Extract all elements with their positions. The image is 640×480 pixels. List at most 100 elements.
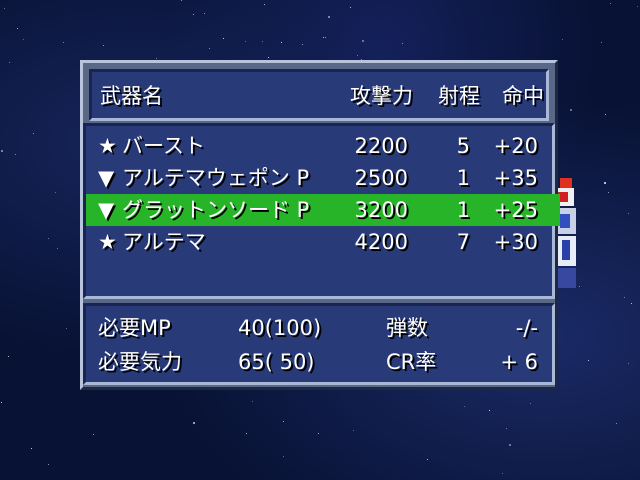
star: [506, 428, 507, 429]
weapon-row-2[interactable]: ▼ アルテマウェポン P 2500 1 +35: [86, 162, 560, 194]
star: [156, 58, 157, 59]
weapon-range: 7: [456, 230, 470, 254]
star: [246, 433, 247, 434]
weapon-attack: 3200: [354, 198, 408, 222]
star: [63, 42, 64, 43]
weapon-marker-star-icon: ★: [98, 134, 117, 158]
star: [427, 459, 428, 460]
header-attack: 攻撃力: [350, 84, 413, 108]
star: [223, 38, 224, 39]
weapon-window: 武器名 攻撃力 射程 命中 ★ バースト 2200 5 +20 ▼ アルテマウェ…: [80, 60, 560, 390]
star: [4, 8, 5, 9]
star: [502, 473, 503, 474]
star: [1, 402, 2, 403]
weapon-range: 5: [456, 134, 470, 158]
star: [93, 434, 94, 435]
weapon-marker-star-icon: ★: [98, 230, 117, 254]
ammo-label: 弾数: [386, 316, 428, 340]
weapon-list-header: 武器名 攻撃力 射程 命中: [89, 69, 549, 121]
star: [357, 55, 358, 56]
required-will-label: 必要気力: [98, 350, 182, 374]
star: [48, 238, 49, 239]
weapon-range: 1: [456, 166, 470, 190]
star: [209, 48, 210, 49]
star: [353, 430, 354, 431]
star: [23, 39, 24, 40]
star: [9, 62, 10, 63]
star: [33, 133, 34, 134]
weapon-row-4[interactable]: ★ アルテマ 4200 7 +30: [86, 226, 560, 258]
star: [588, 360, 589, 361]
star: [103, 45, 104, 46]
star: [193, 14, 194, 15]
weapon-hit: +25: [493, 198, 538, 222]
star: [302, 44, 303, 45]
weapon-attack: 4200: [354, 230, 408, 254]
star: [318, 433, 319, 434]
star: [17, 28, 18, 29]
star: [262, 41, 263, 42]
crit-rate-value: + 6: [500, 350, 538, 374]
star: [283, 456, 284, 457]
star: [624, 297, 625, 298]
star: [281, 42, 282, 43]
star: [601, 42, 602, 43]
weapon-name: アルテマ: [122, 230, 206, 254]
star: [604, 182, 606, 184]
star: [570, 109, 572, 111]
star: [252, 401, 253, 402]
star: [350, 7, 351, 8]
star: [181, 0, 182, 1]
weapon-marker-triangle-icon: ▼: [98, 198, 115, 222]
crit-rate-label: CR率: [386, 350, 437, 374]
star: [264, 4, 265, 5]
weapon-range: 1: [456, 198, 470, 222]
weapon-name: グラットンソード P: [122, 198, 310, 222]
star: [15, 154, 16, 155]
star: [55, 192, 56, 193]
weapon-hit: +30: [493, 230, 538, 254]
star: [57, 248, 58, 249]
weapon-details: 必要MP 40(100) 弾数 -/- 必要気力 65( 50) CR率 + 6: [83, 303, 555, 385]
weapon-attack: 2200: [354, 134, 408, 158]
weapon-marker-triangle-icon: ▼: [98, 166, 115, 190]
star: [628, 213, 629, 214]
header-weapon-name: 武器名: [100, 84, 163, 108]
star: [31, 448, 32, 449]
star: [8, 356, 9, 357]
star: [48, 464, 49, 465]
star: [605, 114, 606, 115]
star: [1, 150, 3, 152]
star: [66, 328, 67, 329]
star: [268, 57, 269, 58]
star: [610, 3, 611, 4]
star: [579, 286, 580, 287]
star: [402, 43, 403, 44]
weapon-hit: +35: [493, 166, 538, 190]
required-mp-label: 必要MP: [98, 316, 171, 340]
weapon-name: アルテマウェポン P: [122, 166, 310, 190]
weapon-hit: +20: [493, 134, 538, 158]
star: [530, 403, 531, 404]
header-hit: 命中: [502, 84, 544, 108]
star: [362, 40, 364, 42]
star: [562, 39, 563, 40]
star: [325, 37, 326, 38]
star: [509, 444, 511, 446]
weapon-row-3-selected[interactable]: ▼ グラットンソード P 3200 1 +25: [86, 194, 560, 226]
star: [616, 423, 617, 424]
star: [464, 406, 465, 407]
star: [204, 13, 205, 14]
game-screen: 武器名 攻撃力 射程 命中 ★ バースト 2200 5 +20 ▼ アルテマウェ…: [0, 0, 640, 480]
star: [637, 6, 638, 7]
star: [245, 41, 246, 42]
star: [323, 37, 324, 38]
required-will-value: 65( 50): [238, 350, 315, 374]
star: [193, 422, 195, 424]
weapon-row-1[interactable]: ★ バースト 2200 5 +20: [86, 130, 560, 162]
star: [628, 363, 629, 364]
star: [489, 410, 490, 411]
required-mp-value: 40(100): [238, 316, 322, 340]
star: [283, 421, 284, 422]
ammo-value: -/-: [515, 316, 538, 340]
